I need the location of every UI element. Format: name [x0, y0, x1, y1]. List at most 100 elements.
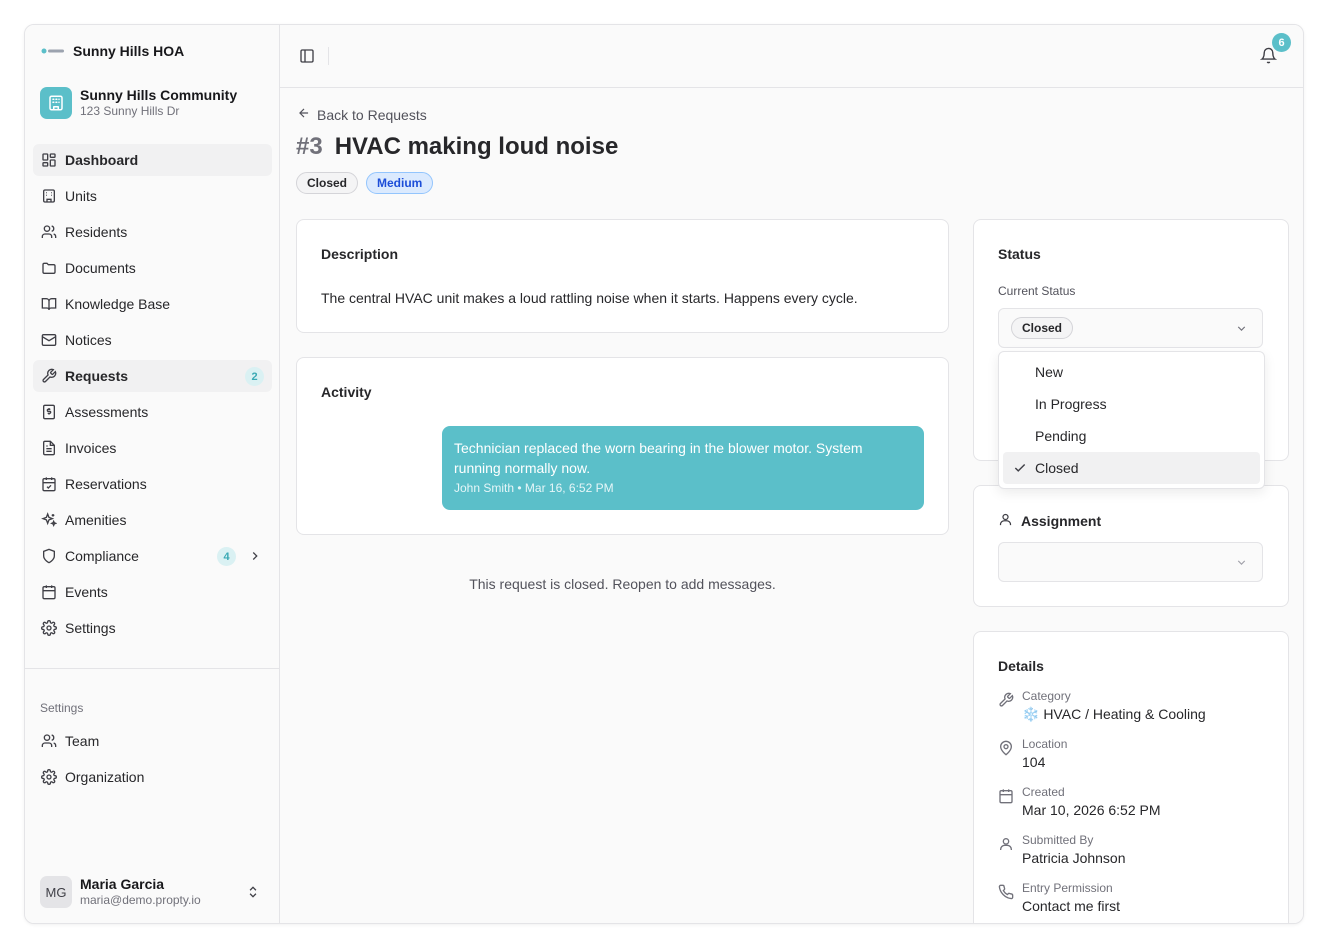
- sidebar-toggle-icon[interactable]: [299, 48, 315, 67]
- avatar: MG: [40, 876, 72, 908]
- submitted-label: Submitted By: [1022, 833, 1094, 847]
- nav-item-events[interactable]: Events: [33, 576, 272, 608]
- propty-logo-icon: [41, 44, 65, 58]
- requests-count-badge: 2: [245, 367, 264, 386]
- nav-item-units[interactable]: Units: [33, 180, 272, 212]
- check-icon: [1013, 461, 1027, 478]
- nav-item-settings[interactable]: Settings: [33, 612, 272, 644]
- status-option-closed[interactable]: Closed: [1003, 452, 1260, 484]
- app-window: Sunny Hills HOA Sunny Hills Community 12…: [24, 24, 1304, 924]
- priority-badge: Medium: [366, 172, 434, 194]
- location-label: Location: [1022, 737, 1068, 751]
- dashboard-icon: [41, 152, 57, 168]
- nav-label: Compliance: [65, 548, 139, 564]
- request-title: HVAC making loud noise: [334, 133, 619, 160]
- calendar-icon: [41, 584, 57, 600]
- user-icon: [998, 836, 1014, 852]
- arrow-left-icon: [297, 106, 311, 123]
- description-text: The central HVAC unit makes a loud rattl…: [321, 290, 858, 306]
- detail-submitted-by: Submitted By Patricia Johnson: [998, 832, 1126, 868]
- org-switcher[interactable]: Sunny Hills Community 123 Sunny Hills Dr: [40, 87, 237, 119]
- nav-label: Notices: [65, 332, 112, 348]
- nav-label: Documents: [65, 260, 136, 276]
- detail-location: Location 104: [998, 736, 1067, 772]
- user-name: Maria Garcia: [80, 876, 165, 892]
- activity-message: Technician replaced the worn bearing in …: [442, 426, 924, 510]
- current-status-label: Current Status: [998, 284, 1076, 298]
- category-value: ❄️ HVAC / Heating & Cooling: [1022, 706, 1206, 722]
- detail-category: Category ❄️ HVAC / Heating & Cooling: [998, 688, 1206, 724]
- status-select[interactable]: Closed: [998, 308, 1263, 348]
- status-dropdown-menu: New In Progress Pending Closed: [998, 351, 1265, 489]
- nav-item-documents[interactable]: Documents: [33, 252, 272, 284]
- nav-label: Residents: [65, 224, 128, 240]
- option-label: Closed: [1035, 460, 1079, 476]
- activity-title: Activity: [321, 384, 372, 400]
- chevron-down-icon: [1235, 556, 1248, 572]
- user-icon: [998, 512, 1013, 530]
- nav-item-reservations[interactable]: Reservations: [33, 468, 272, 500]
- page-title: #3 HVAC making loud noise: [296, 133, 618, 161]
- nav-label: Assessments: [65, 404, 149, 420]
- created-label: Created: [1022, 785, 1065, 799]
- nav-label: Requests: [65, 368, 129, 384]
- nav-item-residents[interactable]: Residents: [33, 216, 272, 248]
- nav-label: Organization: [65, 769, 145, 785]
- nav-label: Dashboard: [65, 152, 139, 168]
- dollar-receipt-icon: [41, 404, 57, 420]
- brand[interactable]: Sunny Hills HOA: [41, 43, 184, 59]
- status-option-pending[interactable]: Pending: [1003, 420, 1260, 452]
- nav-item-invoices[interactable]: Invoices: [33, 432, 272, 464]
- assignment-title: Assignment: [1021, 513, 1102, 529]
- sidebar-divider: [25, 668, 280, 669]
- status-title: Status: [998, 246, 1041, 262]
- back-to-requests-link[interactable]: Back to Requests: [297, 106, 427, 123]
- notification-badge: 6: [1272, 33, 1291, 52]
- map-pin-icon: [998, 740, 1014, 756]
- compliance-count-badge: 4: [217, 547, 236, 566]
- nav-item-notices[interactable]: Notices: [33, 324, 272, 356]
- option-label: New: [1035, 364, 1064, 380]
- category-label: Category: [1022, 689, 1071, 703]
- bell-icon[interactable]: [1259, 47, 1278, 67]
- created-value: Mar 10, 2026 6:52 PM: [1022, 802, 1161, 818]
- message-text: Technician replaced the worn bearing in …: [454, 440, 863, 476]
- topbar-separator: [328, 47, 329, 65]
- file-text-icon: [41, 440, 57, 456]
- entry-label: Entry Permission: [1022, 881, 1113, 895]
- wrench-icon: [998, 692, 1014, 708]
- description-card: Description The central HVAC unit makes …: [296, 219, 949, 333]
- detail-entry-permission: Entry Permission Contact me first: [998, 880, 1120, 916]
- nav-item-amenities[interactable]: Amenities: [33, 504, 272, 536]
- phone-icon: [998, 884, 1014, 900]
- nav-label: Amenities: [65, 512, 127, 528]
- main-content: 6 Back to Requests #3 HVAC making loud n…: [280, 25, 1303, 923]
- details-title: Details: [998, 658, 1044, 674]
- calendar-check-icon: [41, 476, 57, 492]
- nav-item-compliance[interactable]: Compliance 4: [33, 540, 272, 572]
- org-name: Sunny Hills Community: [80, 87, 238, 103]
- calendar-icon: [998, 788, 1014, 804]
- building-icon: [40, 87, 72, 119]
- nav-item-dashboard[interactable]: Dashboard: [33, 144, 272, 176]
- activity-card: Activity Technician replaced the worn be…: [296, 357, 949, 535]
- gear-icon: [41, 769, 57, 785]
- chevron-right-icon[interactable]: [248, 549, 262, 566]
- user-menu[interactable]: MG Maria Garcia maria@demo.propty.io: [40, 876, 270, 908]
- building-icon: [41, 188, 57, 204]
- location-value: 104: [1022, 754, 1046, 770]
- status-option-in-progress[interactable]: In Progress: [1003, 388, 1260, 420]
- org-address: 123 Sunny Hills Dr: [80, 104, 180, 118]
- topbar: 6: [280, 25, 1303, 88]
- nav-item-organization[interactable]: Organization: [33, 761, 272, 793]
- details-card: Details Category ❄️ HVAC / Heating & Coo…: [973, 631, 1289, 923]
- nav-item-assessments[interactable]: Assessments: [33, 396, 272, 428]
- nav-item-requests[interactable]: Requests 2: [33, 360, 272, 392]
- message-meta: John Smith • Mar 16, 6:52 PM: [454, 481, 614, 495]
- nav-item-team[interactable]: Team: [33, 725, 272, 757]
- users-icon: [41, 224, 57, 240]
- assignee-select[interactable]: [998, 542, 1263, 582]
- nav-item-knowledge-base[interactable]: Knowledge Base: [33, 288, 272, 320]
- option-label: In Progress: [1035, 396, 1107, 412]
- status-option-new[interactable]: New: [1003, 356, 1260, 388]
